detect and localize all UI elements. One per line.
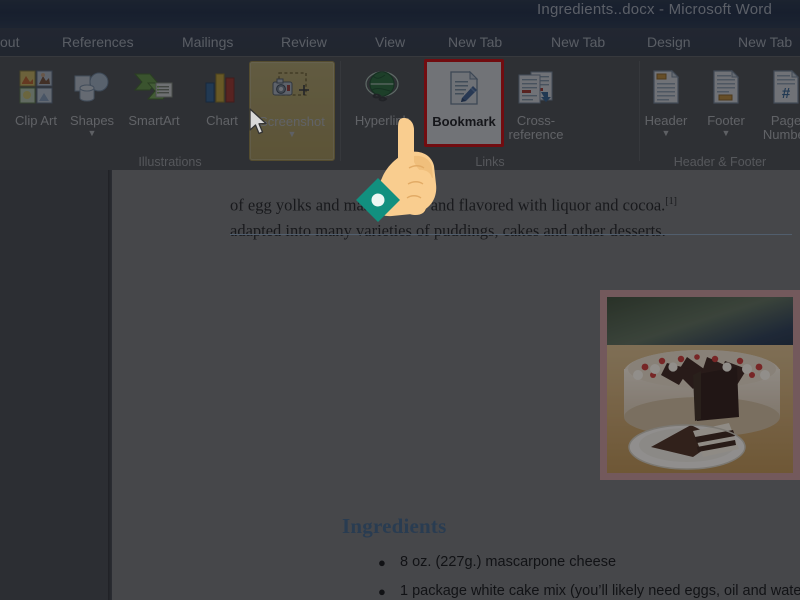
cake-photo xyxy=(607,297,793,473)
document-canvas: of egg yolks and mascarpone, and flavore… xyxy=(0,170,800,600)
chevron-down-icon[interactable]: ▼ xyxy=(692,129,760,138)
image-frame[interactable] xyxy=(600,290,800,480)
ribbon-group-label-header-footer: Header & Footer xyxy=(673,155,767,169)
window-title: Ingredients..docx - Microsoft Word xyxy=(537,1,772,18)
chevron-down-icon[interactable]: ▼ xyxy=(58,129,126,138)
document-page[interactable]: of egg yolks and mascarpone, and flavore… xyxy=(108,170,800,600)
ribbon-button-page-number[interactable]: # Page Number xyxy=(752,61,800,142)
page-number-icon: # xyxy=(752,61,800,113)
tab-view[interactable]: View xyxy=(375,31,405,53)
chevron-down-icon[interactable]: ▼ xyxy=(632,129,700,138)
list-item-text: 8 oz. (227g.) mascarpone cheese xyxy=(400,554,617,570)
smartart-icon xyxy=(120,61,188,113)
cake-photo-svg xyxy=(607,297,793,473)
tab-mailings[interactable]: Mailings xyxy=(182,31,233,53)
ribbon-button-header[interactable]: Header ▼ xyxy=(632,61,700,138)
tab-layout-clipped[interactable]: out xyxy=(0,31,19,53)
ribbon-button-smartart[interactable]: SmartArt xyxy=(120,61,188,128)
ribbon-button-cross-reference[interactable]: Cross-reference xyxy=(502,61,570,142)
bookmark-icon xyxy=(427,62,501,114)
ribbon-group-separator-0 xyxy=(340,61,341,161)
screenshot-icon xyxy=(250,62,334,114)
header-icon xyxy=(632,61,700,113)
tab-new-tab-2[interactable]: New Tab xyxy=(551,31,605,53)
pointing-hand-svg xyxy=(356,118,437,222)
ribbon-button-label: Header xyxy=(644,113,688,128)
tab-new-tab-1[interactable]: New Tab xyxy=(448,31,502,53)
tab-design[interactable]: Design xyxy=(647,31,691,53)
list-item: ● 1 package white cake mix (you’ll likely… xyxy=(370,577,800,600)
svg-text:#: # xyxy=(782,85,791,102)
ribbon-tab-strip[interactable]: out References Mailings Review View New Tab Ne… xyxy=(0,28,800,56)
bullet-icon: ● xyxy=(378,555,386,570)
chart-icon xyxy=(188,61,256,113)
word-application-window: Ingredients..docx - Microsoft Word out Re… xyxy=(0,0,800,600)
hyperlink-icon xyxy=(348,61,416,113)
paragraph-underline xyxy=(230,234,792,235)
citation-superscript: [1] xyxy=(665,196,677,207)
section-heading: Ingredients xyxy=(342,514,447,538)
ribbon-button-shapes[interactable]: Shapes ▼ xyxy=(58,61,126,138)
footer-icon xyxy=(692,61,760,113)
ribbon-button-label: SmartArt xyxy=(128,113,180,128)
cross-reference-icon xyxy=(502,61,570,113)
shapes-icon xyxy=(58,61,126,113)
tab-review[interactable]: Review xyxy=(281,31,327,53)
mouse-pointer-arrow xyxy=(248,108,270,136)
ribbon-button-label: Shapes xyxy=(69,113,115,128)
ribbon-button-label: Cross-reference xyxy=(508,113,564,142)
ribbon-button-label: Page Number xyxy=(762,113,800,142)
list-item-text: 1 package white cake mix (you’ll likely … xyxy=(400,583,800,599)
title-bar: Ingredients..docx - Microsoft Word xyxy=(0,0,800,28)
ribbon-button-chart[interactable]: Chart xyxy=(188,61,256,128)
pointing-hand-cursor xyxy=(352,112,472,232)
tab-references[interactable]: References xyxy=(62,31,134,53)
ribbon-button-label: Chart xyxy=(206,113,238,128)
tab-new-tab-3[interactable]: New Tab xyxy=(738,31,792,53)
ribbon-button-label: Footer xyxy=(707,113,745,128)
list-item: ● 8 oz. (227g.) mascarpone cheese xyxy=(370,548,800,577)
bullet-icon: ● xyxy=(378,584,386,599)
mouse-pointer-svg xyxy=(249,108,267,135)
ribbon-button-footer[interactable]: Footer ▼ xyxy=(692,61,760,138)
ingredients-list: ● 8 oz. (227g.) mascarpone cheese ● 1 packa… xyxy=(370,548,800,600)
